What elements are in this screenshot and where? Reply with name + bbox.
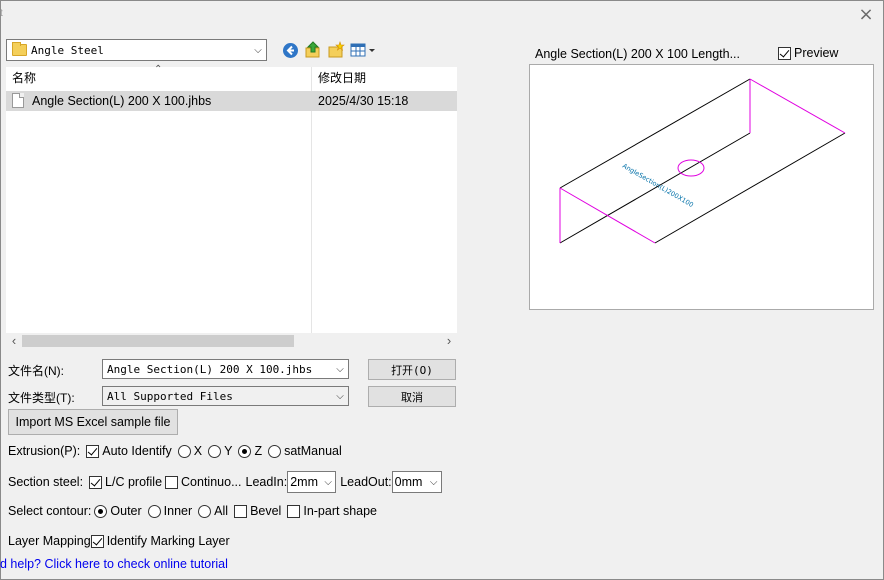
sat-manual-circle[interactable]	[268, 444, 282, 458]
file-icon	[12, 93, 24, 108]
online-tutorial-link[interactable]: d help? Click here to check online tutor…	[0, 557, 228, 571]
lc-profile-checkbox[interactable]: L/C profile	[89, 475, 162, 489]
scroll-right-icon[interactable]: ›	[441, 333, 457, 349]
continuous-box[interactable]	[165, 475, 179, 489]
auto-identify-box[interactable]	[86, 444, 100, 458]
all-circle[interactable]	[198, 504, 212, 518]
outer-label: Outer	[110, 504, 142, 518]
leadout-value: 0mm	[394, 475, 423, 489]
bevel-label: Bevel	[250, 504, 282, 518]
folder-path: Angle Steel	[31, 43, 104, 57]
inner-radio[interactable]: Inner	[147, 504, 193, 518]
contour-row: Select contour: Outer Inner All Bevel In…	[8, 504, 377, 518]
folder-combo[interactable]: Angle Steel ⌵	[6, 39, 267, 61]
origin-marker	[677, 159, 705, 177]
all-radio[interactable]: All	[198, 504, 228, 518]
horizontal-scrollbar[interactable]: ‹ ›	[6, 333, 457, 349]
sat-manual-label: satManual	[284, 444, 342, 458]
identify-marking-box[interactable]	[90, 534, 104, 548]
chevron-down-icon[interactable]: ⌵	[332, 364, 348, 375]
file-row-name[interactable]: Angle Section(L) 200 X 100.jhbs	[32, 94, 211, 108]
inner-circle[interactable]	[147, 504, 161, 518]
extrusion-label: Extrusion(P):	[8, 444, 81, 458]
axis-y-circle[interactable]	[208, 444, 222, 458]
folder-icon	[12, 42, 27, 56]
sort-caret-icon: ⌃	[154, 64, 163, 75]
file-list[interactable]: 名称 ⌃ 修改日期 Angle Section(L) 200 X 100.jhb…	[6, 64, 457, 333]
layer-mapping-row: Layer Mapping Identify Marking Layer	[8, 534, 230, 548]
chevron-down-icon[interactable]: ⌵	[427, 477, 441, 488]
up-folder-icon[interactable]	[303, 40, 323, 60]
filename-combo[interactable]: Angle Section(L) 200 X 100.jhbs ⌵	[102, 359, 349, 379]
bevel-box[interactable]	[234, 504, 248, 518]
window-title: t	[0, 8, 3, 19]
preview-check-box[interactable]	[778, 46, 791, 60]
filetype-select[interactable]: All Supported Files ⌵	[102, 386, 349, 406]
auto-identify-checkbox[interactable]: Auto Identify	[86, 444, 172, 458]
continuous-checkbox[interactable]: Continuo...	[165, 475, 242, 489]
filetype-value: All Supported Files	[107, 389, 233, 403]
cancel-button[interactable]: 取消	[368, 386, 456, 407]
leadin-label: LeadIn:	[245, 475, 288, 489]
identify-marking-label: Identify Marking Layer	[106, 534, 230, 548]
preview-checkbox[interactable]: Preview	[778, 46, 838, 60]
section-steel-row: Section steel: L/C profile Continuo... L…	[8, 471, 442, 493]
identify-marking-checkbox[interactable]: Identify Marking Layer	[90, 534, 230, 548]
file-row-modified: 2025/4/30 15:18	[318, 94, 409, 108]
profile-line	[749, 78, 846, 134]
axis-x-radio[interactable]: X	[177, 444, 203, 458]
chevron-down-icon[interactable]: ⌵	[332, 391, 348, 402]
axis-z-circle[interactable]	[238, 444, 252, 458]
new-folder-icon[interactable]	[326, 40, 346, 60]
column-header-modified[interactable]: 修改日期	[312, 67, 457, 89]
leadout-select[interactable]: 0mm ⌵	[391, 471, 442, 493]
extrusion-row: Extrusion(P): Auto Identify X Y Z satMan…	[8, 444, 342, 458]
in-part-box[interactable]	[287, 504, 301, 518]
lc-profile-label: L/C profile	[105, 475, 163, 489]
chevron-down-icon[interactable]: ⌵	[250, 45, 266, 56]
sat-manual-radio[interactable]: satManual	[268, 444, 342, 458]
layer-mapping-label: Layer Mapping	[8, 534, 91, 548]
edge-line	[559, 78, 751, 189]
open-button[interactable]: 打开(O)	[368, 359, 456, 380]
filetype-label: 文件类型(T):	[8, 391, 75, 405]
in-part-checkbox[interactable]: In-part shape	[287, 504, 377, 518]
inner-label: Inner	[163, 504, 193, 518]
axis-z-radio[interactable]: Z	[238, 444, 262, 458]
outer-radio[interactable]: Outer	[94, 504, 142, 518]
scroll-left-icon[interactable]: ‹	[6, 333, 22, 349]
preview-panel: AngleSection(L)200X100	[529, 64, 874, 310]
scrollbar-thumb[interactable]	[22, 335, 294, 347]
view-menu-icon[interactable]	[350, 40, 378, 60]
axis-z-label: Z	[254, 444, 263, 458]
preview-checkbox-label: Preview	[794, 46, 839, 60]
drawing-label: AngleSection(L)200X100	[621, 162, 695, 209]
import-excel-button[interactable]: Import MS Excel sample file	[8, 409, 178, 435]
chevron-down-icon[interactable]: ⌵	[321, 477, 335, 488]
lc-profile-box[interactable]	[89, 475, 103, 489]
preview-title: Angle Section(L) 200 X 100 Length...	[535, 47, 741, 61]
section-steel-label: Section steel:	[8, 475, 84, 489]
leadin-value: 2mm	[290, 475, 318, 489]
edge-line	[654, 132, 846, 244]
close-button[interactable]: ×	[856, 6, 876, 26]
leadin-select[interactable]: 2mm ⌵	[287, 471, 337, 493]
axis-x-label: X	[193, 444, 203, 458]
axis-y-radio[interactable]: Y	[208, 444, 232, 458]
leadout-label: LeadOut:	[340, 475, 392, 489]
contour-label: Select contour:	[8, 504, 92, 518]
all-label: All	[214, 504, 229, 518]
in-part-label: In-part shape	[303, 504, 378, 518]
preview-drawing: AngleSection(L)200X100	[559, 78, 846, 244]
bevel-checkbox[interactable]: Bevel	[234, 504, 281, 518]
filename-input[interactable]: Angle Section(L) 200 X 100.jhbs	[103, 363, 332, 376]
outer-circle[interactable]	[94, 504, 108, 518]
axis-y-label: Y	[224, 444, 233, 458]
axis-x-circle[interactable]	[177, 444, 191, 458]
continuous-label: Continuo...	[181, 475, 242, 489]
back-icon[interactable]	[280, 40, 300, 60]
filename-label: 文件名(N):	[8, 364, 64, 378]
auto-identify-label: Auto Identify	[102, 444, 172, 458]
